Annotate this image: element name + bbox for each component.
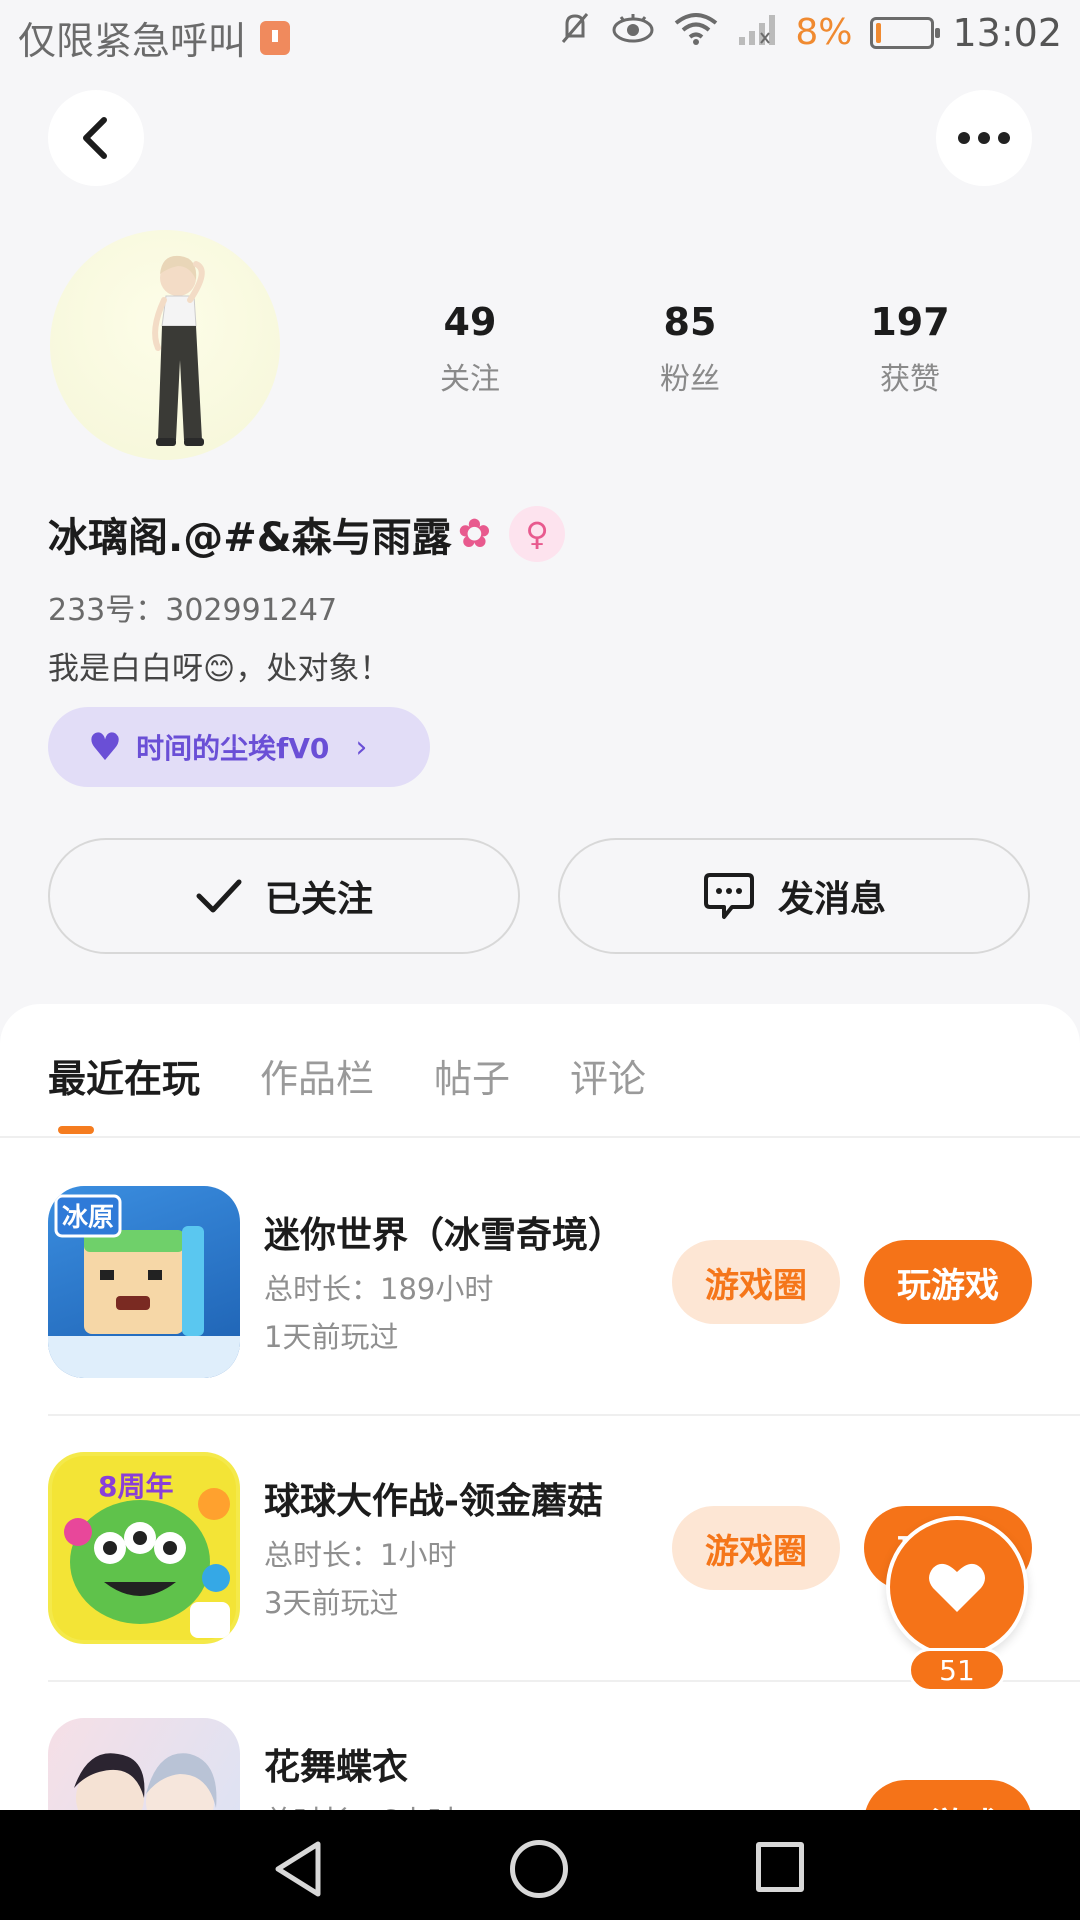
tab-bar: 最近在玩 作品栏 帖子 评论 (48, 1048, 646, 1103)
chevron-right-icon: › (355, 729, 368, 765)
content-card: 最近在玩 作品栏 帖子 评论 冰原 迷你世界（冰雪奇境） 总时长：189小时 1… (0, 1004, 1080, 1920)
status-bar: 仅限紧急呼叫 8% 13:02 (0, 0, 1080, 72)
system-nav-bar (0, 1810, 1080, 1920)
stat-value: 85 (663, 300, 717, 344)
back-button[interactable] (48, 90, 144, 186)
user-id: 233号：302991247 (48, 593, 338, 628)
game-title: 球球大作战-领金蘑菇 (264, 1481, 603, 1522)
floating-like-button[interactable] (886, 1516, 1028, 1658)
game-icon-mini-world[interactable]: 冰原 (48, 1186, 240, 1378)
eye-icon (611, 12, 655, 53)
stat-likes[interactable]: 197 获赞 (800, 300, 1020, 398)
svg-text:冰原: 冰原 (62, 1203, 114, 1233)
game-last-played: 3天前玩过 (264, 1586, 399, 1620)
user-bio: 我是白白呀😊，处对象！ (48, 651, 391, 687)
mute-icon (557, 10, 593, 55)
flower-icon: ✿ (457, 511, 492, 557)
play-game-button[interactable]: 玩游戏 (864, 1240, 1032, 1324)
game-item[interactable]: 8周年 球球大作战-领金蘑菇 总时长：1小时 3天前玩过 游戏圈 玩游戏 (48, 1452, 1032, 1652)
female-icon: ♀ (509, 506, 566, 562)
more-button[interactable] (936, 90, 1032, 186)
like-count-badge: 51 (908, 1648, 1006, 1692)
follow-label: 已关注 (264, 879, 373, 920)
heart-icon (929, 1563, 985, 1612)
tab-posts[interactable]: 帖子 (434, 1048, 510, 1103)
signal-icon (737, 11, 777, 54)
more-dots-icon (958, 132, 1010, 144)
game-circle-button[interactable]: 游戏圈 (672, 1506, 840, 1590)
follow-button[interactable]: 已关注 (48, 838, 520, 954)
tab-works[interactable]: 作品栏 (260, 1048, 374, 1103)
nav-recents-icon[interactable] (756, 1842, 804, 1892)
nav-back-icon[interactable] (272, 1840, 324, 1898)
game-duration: 总时长：189小时 (264, 1272, 494, 1306)
guild-tag[interactable]: ♥ 时间的尘埃fV0 › (48, 707, 430, 787)
message-button[interactable]: 发消息 (558, 838, 1030, 954)
stat-label: 粉丝 (660, 362, 720, 397)
battery-percent: 8% (795, 12, 853, 53)
wifi-icon (673, 11, 719, 54)
stat-value: 197 (870, 300, 950, 344)
carrier-text: 仅限紧急呼叫 (18, 19, 247, 63)
battery-icon (870, 16, 941, 49)
divider (0, 1136, 1080, 1138)
stat-label: 获赞 (880, 362, 940, 397)
game-icon-ball-battle[interactable]: 8周年 (48, 1452, 240, 1644)
divider (48, 1414, 1080, 1416)
clock: 13:02 (952, 10, 1062, 55)
chat-bubble-icon (703, 873, 754, 919)
check-icon (196, 879, 242, 913)
game-last-played: 1天前玩过 (264, 1320, 399, 1354)
nav-home-icon[interactable] (510, 1840, 568, 1898)
stat-value: 49 (443, 300, 497, 344)
game-title: 迷你世界（冰雪奇境） (264, 1215, 625, 1256)
user-name: 冰璃阁.@#&森与雨露 (48, 515, 452, 561)
avatar-figure (152, 255, 205, 446)
avatar[interactable] (50, 230, 280, 460)
guild-tag-label: 时间的尘埃fV0 (136, 732, 330, 765)
tab-comments[interactable]: 评论 (570, 1048, 646, 1103)
stat-following[interactable]: 49 关注 (360, 300, 580, 398)
sim-icon (260, 20, 291, 55)
chevron-left-icon (83, 117, 107, 159)
tab-recent-playing[interactable]: 最近在玩 (48, 1048, 200, 1103)
game-circle-button[interactable]: 游戏圈 (672, 1240, 840, 1324)
message-label: 发消息 (777, 879, 886, 920)
stat-fans[interactable]: 85 粉丝 (580, 300, 800, 398)
game-duration: 总时长：1小时 (264, 1538, 457, 1572)
profile-stats: 49 关注 85 粉丝 197 获赞 (360, 300, 1020, 398)
tab-indicator (58, 1126, 94, 1134)
game-item[interactable]: 冰原 迷你世界（冰雪奇境） 总时长：189小时 1天前玩过 游戏圈 玩游戏 (48, 1186, 1032, 1386)
svg-text:8周年: 8周年 (98, 1470, 173, 1503)
name-row: 冰璃阁.@#&森与雨露 ✿ ♀ (48, 505, 566, 563)
heart-icon: ♥ (88, 725, 123, 769)
game-title: 花舞蝶衣 (264, 1747, 409, 1788)
stat-label: 关注 (440, 362, 500, 397)
